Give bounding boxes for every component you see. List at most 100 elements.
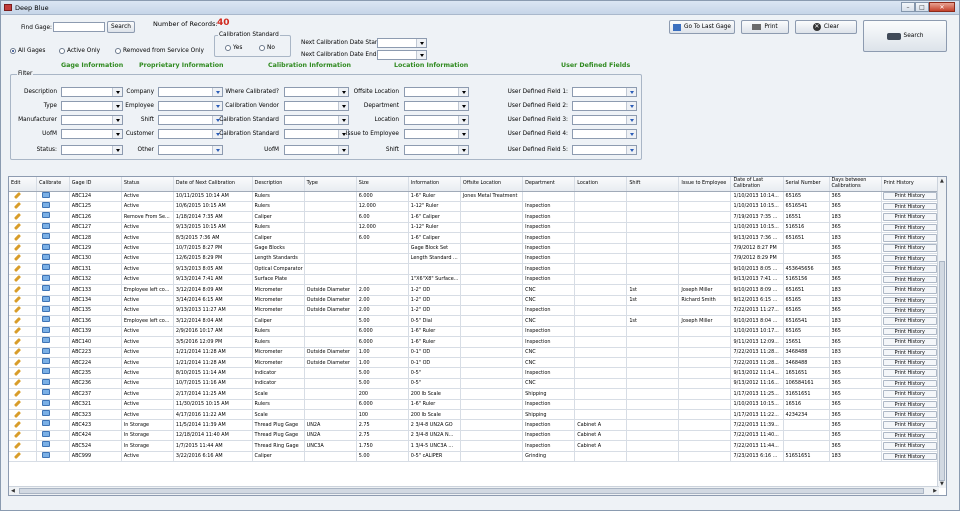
scroll-up-icon[interactable]: ▲ (940, 177, 944, 185)
column-header[interactable]: Print History (881, 177, 940, 192)
edit-cell[interactable] (9, 378, 38, 390)
print-history-button[interactable]: Print History (882, 390, 937, 398)
edit-cell[interactable] (9, 399, 38, 411)
edit-cell[interactable] (9, 357, 38, 369)
table-row[interactable]: ABC126 Remove From Se... 1/18/2014 7:35 AM… (9, 211, 940, 223)
filter-dropdown-2-4[interactable] (158, 129, 223, 139)
print-history-button[interactable]: Print History (882, 275, 937, 284)
filter-dropdown-4-4[interactable] (404, 129, 469, 139)
calibrate-cell[interactable] (36, 357, 70, 369)
scroll-right-icon[interactable]: ▶ (933, 487, 937, 495)
table-row[interactable]: ABC125 Active 10/6/2015 10:15 AM Rulers 12.0… (9, 201, 940, 213)
column-header[interactable]: Information (408, 177, 461, 192)
filter-dropdown-3-4[interactable] (284, 129, 349, 139)
calibrate-cell[interactable] (36, 326, 70, 338)
calibrate-icon[interactable] (42, 326, 51, 333)
vertical-scrollbar[interactable]: ▲ ▼ (937, 177, 946, 488)
active-only-radio[interactable] (59, 48, 65, 54)
edit-cell[interactable] (9, 451, 38, 463)
pencil-icon[interactable] (13, 316, 22, 324)
find-search-button[interactable]: Search (107, 21, 135, 33)
calibrate-cell[interactable] (36, 367, 70, 379)
print-history-button[interactable]: Print History (882, 265, 937, 273)
calibrate-cell[interactable] (36, 399, 70, 411)
calibrate-cell[interactable] (36, 347, 70, 359)
edit-cell[interactable] (9, 347, 38, 359)
next-cal-start-picker[interactable] (377, 38, 427, 48)
calibrate-cell[interactable] (36, 451, 70, 463)
find-gage-input[interactable] (53, 22, 105, 32)
close-button[interactable]: ✕ (929, 2, 955, 12)
table-row[interactable]: ABC124 Active 10/11/2015 10:14 AM Rulers 6.0… (9, 191, 940, 202)
calibrate-cell[interactable] (36, 430, 70, 442)
edit-cell[interactable] (9, 388, 38, 400)
edit-cell[interactable] (9, 295, 38, 306)
calibrate-icon[interactable] (42, 253, 51, 260)
edit-cell[interactable] (9, 243, 38, 254)
pencil-icon[interactable] (13, 420, 22, 428)
calibrate-icon[interactable] (42, 368, 51, 375)
print-history-button[interactable]: Print History (882, 358, 937, 367)
calibrate-icon[interactable] (42, 201, 51, 208)
pencil-icon[interactable] (13, 275, 22, 283)
filter-dropdown-4-3[interactable] (404, 115, 469, 125)
table-row[interactable]: ABC524 In Storage 1/7/2015 11:44 AM Thread … (9, 440, 940, 452)
print-history-button[interactable]: Print History (882, 254, 937, 263)
pencil-icon[interactable] (13, 233, 22, 241)
calibrate-cell[interactable] (36, 419, 70, 431)
pencil-icon[interactable] (13, 379, 22, 387)
column-header[interactable]: Description (252, 177, 305, 192)
vertical-scroll-thumb[interactable] (939, 261, 945, 481)
print-history-button[interactable]: Print History (882, 400, 937, 409)
filter-dropdown-2-2[interactable] (158, 101, 223, 111)
table-row[interactable]: ABC135 Active 9/13/2013 11:27 AM Micrometer… (9, 305, 940, 317)
print-history-button[interactable]: Print History (882, 192, 937, 200)
print-history-button[interactable]: Print History (882, 421, 937, 429)
calibrate-icon[interactable] (42, 337, 51, 344)
pencil-icon[interactable] (13, 368, 22, 376)
edit-cell[interactable] (9, 419, 38, 431)
edit-cell[interactable] (9, 232, 38, 244)
table-row[interactable]: ABC139 Active 2/9/2016 10:17 AM Rulers 6.000… (9, 326, 940, 338)
table-row[interactable]: ABC424 In Storage 12/18/2014 11:40 AM Threa… (9, 430, 940, 442)
print-history-button[interactable]: Print History (882, 296, 937, 305)
pencil-icon[interactable] (13, 243, 22, 252)
table-row[interactable]: ABC321 Active 11/30/2015 10:15 AM Rulers 6.0… (9, 399, 940, 411)
calibrate-icon[interactable] (42, 212, 51, 219)
table-row[interactable]: ABC423 In Storage 11/5/2014 11:39 AM Thread… (9, 419, 940, 431)
filter-dropdown-1-2[interactable] (61, 101, 123, 111)
filter-dropdown-3-1[interactable] (284, 87, 349, 97)
calibrate-icon[interactable] (42, 191, 51, 198)
edit-cell[interactable] (9, 222, 38, 234)
print-history-button[interactable]: Print History (882, 442, 937, 450)
print-button[interactable]: Print (741, 20, 789, 34)
pencil-icon[interactable] (13, 223, 22, 231)
pencil-icon[interactable] (13, 410, 22, 418)
calibrate-icon[interactable] (42, 410, 51, 417)
edit-cell[interactable] (9, 367, 38, 379)
calibrate-cell[interactable] (36, 315, 70, 327)
edit-cell[interactable] (9, 263, 38, 275)
print-history-button[interactable]: Print History (882, 369, 937, 377)
edit-cell[interactable] (9, 211, 38, 223)
filter-dropdown-1-5[interactable] (61, 145, 123, 155)
filter-dropdown-3-2[interactable] (284, 101, 349, 111)
calibrate-icon[interactable] (42, 243, 51, 250)
pencil-icon[interactable] (13, 348, 22, 356)
column-header[interactable]: Type (304, 177, 357, 192)
pencil-icon[interactable] (13, 296, 22, 304)
calibrate-cell[interactable] (36, 253, 70, 265)
print-history-button[interactable]: Print History (882, 286, 937, 294)
edit-cell[interactable] (9, 274, 38, 286)
calibrate-cell[interactable] (36, 263, 70, 275)
print-history-button[interactable]: Print History (882, 379, 937, 388)
table-row[interactable]: ABC127 Active 9/13/2015 10:15 AM Rulers 12.0… (9, 222, 940, 234)
calibrate-cell[interactable] (36, 409, 70, 421)
edit-cell[interactable] (9, 284, 38, 296)
edit-cell[interactable] (9, 409, 38, 421)
column-header[interactable]: Status (121, 177, 174, 192)
calibrate-icon[interactable] (42, 430, 51, 437)
calibrate-icon[interactable] (42, 441, 51, 448)
calibrate-cell[interactable] (36, 243, 70, 254)
table-row[interactable]: ABC136 Employee left co... 3/12/2014 8:04 … (9, 315, 940, 327)
